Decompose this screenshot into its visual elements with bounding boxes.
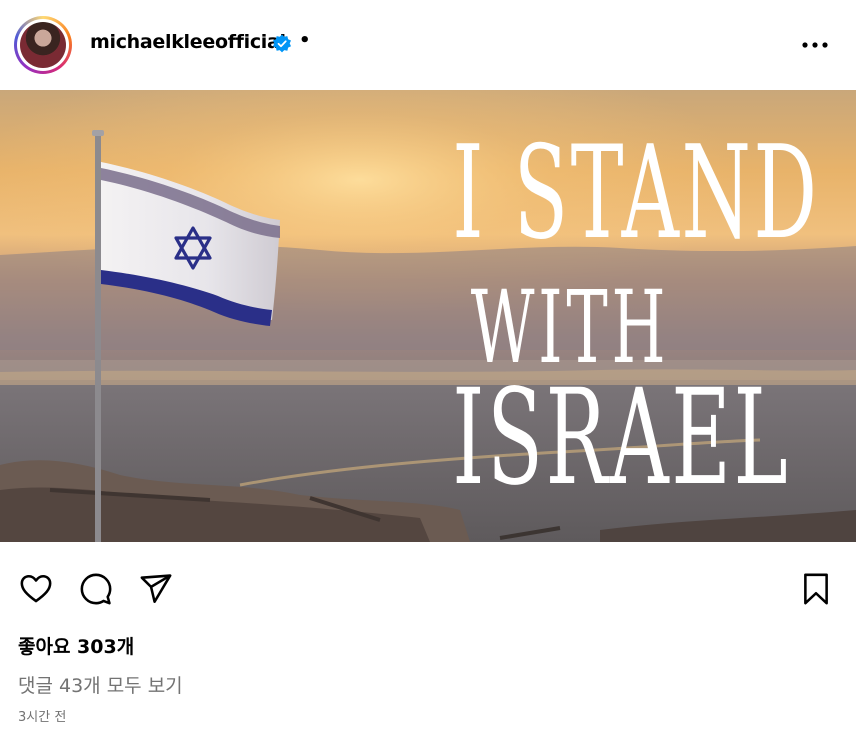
comment-icon: [80, 573, 112, 605]
save-button[interactable]: [797, 570, 835, 608]
avatar[interactable]: [14, 16, 72, 74]
share-icon: [140, 574, 172, 604]
post-image[interactable]: I STAND WITH ISRAEL: [0, 90, 856, 542]
username-link[interactable]: michaelkleeofficial: [90, 31, 286, 53]
like-button[interactable]: [17, 570, 55, 608]
bookmark-icon: [804, 573, 828, 605]
heart-icon: [20, 574, 52, 603]
share-button[interactable]: [137, 570, 175, 608]
post-header: michaelkleeofficial •: [0, 0, 856, 90]
instagram-post: michaelkleeofficial • I STAND WITH ISRAE…: [0, 0, 856, 732]
image-text-line-1: I STAND: [452, 119, 820, 268]
post-timestamp[interactable]: 3시간 전: [18, 706, 66, 725]
more-horizontal-icon: [802, 42, 828, 48]
comment-button[interactable]: [77, 570, 115, 608]
verified-badge-icon: [273, 34, 291, 53]
view-all-comments-link[interactable]: 댓글 43개 모두 보기: [18, 671, 183, 698]
image-text-line-3: ISRAEL: [452, 361, 791, 515]
avatar-photo: [20, 22, 66, 68]
action-bar: [0, 542, 856, 630]
more-options-button[interactable]: [800, 30, 830, 60]
separator-dot: •: [299, 30, 311, 51]
likes-count[interactable]: 좋아요 303개: [18, 632, 134, 659]
